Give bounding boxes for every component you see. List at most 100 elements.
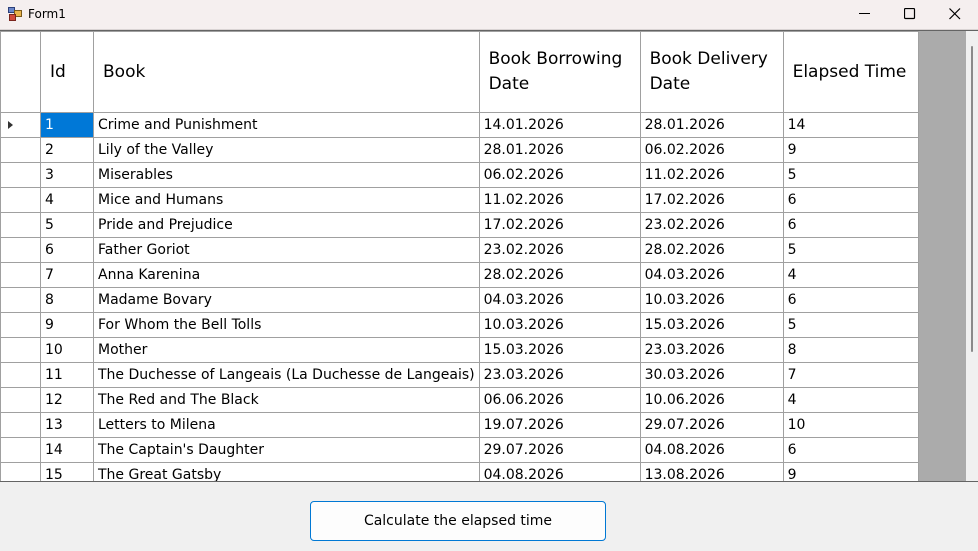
cell-delivery-date[interactable]: 28.02.2026	[639, 237, 784, 263]
cell-id[interactable]: 2	[40, 137, 94, 163]
table-row[interactable]: 6 Father Goriot 23.02.2026 28.02.2026 5	[0, 237, 919, 263]
minimize-button[interactable]	[842, 0, 888, 29]
cell-borrowing-date[interactable]: 28.01.2026	[478, 137, 641, 163]
cell-delivery-date[interactable]: 13.08.2026	[639, 462, 784, 481]
table-row[interactable]: 4 Mice and Humans 11.02.2026 17.02.2026 6	[0, 187, 919, 213]
table-row[interactable]: 13 Letters to Milena 19.07.2026 29.07.2026 1…	[0, 412, 919, 438]
data-grid[interactable]: Id Book Book Borrowing Date Book Deliver…	[0, 30, 978, 482]
cell-id[interactable]: 9	[40, 312, 94, 338]
cell-elapsed-time[interactable]: 5	[782, 237, 919, 263]
cell-id[interactable]: 10	[40, 337, 94, 363]
cell-id[interactable]: 7	[40, 262, 94, 288]
column-header-id[interactable]: Id	[40, 31, 94, 113]
cell-delivery-date[interactable]: 23.02.2026	[639, 212, 784, 238]
row-header[interactable]	[0, 137, 41, 163]
cell-book[interactable]: The Red and The Black	[93, 387, 480, 413]
table-row[interactable]: 12 The Red and The Black 06.06.2026 10.06.2…	[0, 387, 919, 413]
scrollbar-thumb[interactable]	[971, 46, 973, 352]
cell-book[interactable]: The Great Gatsby	[93, 462, 480, 481]
cell-borrowing-date[interactable]: 06.02.2026	[478, 162, 641, 188]
cell-elapsed-time[interactable]: 9	[782, 137, 919, 163]
table-row[interactable]: 11 The Duchesse of Langeais (La Duchesse …	[0, 362, 919, 388]
cell-borrowing-date[interactable]: 23.02.2026	[478, 237, 641, 263]
cell-book[interactable]: Madame Bovary	[93, 287, 480, 313]
row-header[interactable]	[0, 212, 41, 238]
cell-delivery-date[interactable]: 06.02.2026	[639, 137, 784, 163]
cell-delivery-date[interactable]: 10.03.2026	[639, 287, 784, 313]
cell-id[interactable]: 4	[40, 187, 94, 213]
cell-elapsed-time[interactable]: 4	[782, 262, 919, 288]
cell-borrowing-date[interactable]: 23.03.2026	[478, 362, 641, 388]
cell-elapsed-time[interactable]: 6	[782, 212, 919, 238]
row-header[interactable]	[0, 387, 41, 413]
cell-elapsed-time[interactable]: 5	[782, 162, 919, 188]
calculate-elapsed-time-button[interactable]: Calculate the elapsed time	[310, 501, 606, 541]
cell-delivery-date[interactable]: 04.08.2026	[639, 437, 784, 463]
cell-book[interactable]: Pride and Prejudice	[93, 212, 480, 238]
cell-borrowing-date[interactable]: 28.02.2026	[478, 262, 641, 288]
cell-delivery-date[interactable]: 04.03.2026	[639, 262, 784, 288]
close-button[interactable]	[932, 0, 978, 29]
cell-id[interactable]: 6	[40, 237, 94, 263]
table-row[interactable]: 5 Pride and Prejudice 17.02.2026 23.02.2026…	[0, 212, 919, 238]
column-header-delivery-date[interactable]: Book Delivery Date	[639, 31, 784, 113]
cell-elapsed-time[interactable]: 10	[782, 412, 919, 438]
cell-book[interactable]: Anna Karenina	[93, 262, 480, 288]
cell-borrowing-date[interactable]: 15.03.2026	[478, 337, 641, 363]
table-row[interactable]: 10 Mother 15.03.2026 23.03.2026 8	[0, 337, 919, 363]
cell-book[interactable]: Crime and Punishment	[93, 112, 480, 138]
table-row[interactable]: 9 For Whom the Bell Tolls 10.03.2026 15.03.…	[0, 312, 919, 338]
table-row[interactable]: 1 Crime and Punishment 14.01.2026 28.01.202…	[0, 112, 919, 138]
cell-delivery-date[interactable]: 10.06.2026	[639, 387, 784, 413]
row-header[interactable]	[0, 237, 41, 263]
cell-elapsed-time[interactable]: 4	[782, 387, 919, 413]
cell-elapsed-time[interactable]: 6	[782, 187, 919, 213]
cell-id[interactable]: 5	[40, 212, 94, 238]
table-row[interactable]: 8 Madame Bovary 04.03.2026 10.03.2026 6	[0, 287, 919, 313]
cell-borrowing-date[interactable]: 04.03.2026	[478, 287, 641, 313]
row-header[interactable]	[0, 337, 41, 363]
cell-borrowing-date[interactable]: 04.08.2026	[478, 462, 641, 481]
table-row[interactable]: 15 The Great Gatsby 04.08.2026 13.08.2026 9	[0, 462, 919, 481]
cell-book[interactable]: The Duchesse of Langeais (La Duchesse de…	[93, 362, 480, 388]
table-row[interactable]: 14 The Captain's Daughter 29.07.2026 04.08.…	[0, 437, 919, 463]
row-header[interactable]	[0, 162, 41, 188]
cell-book[interactable]: Father Goriot	[93, 237, 480, 263]
cell-delivery-date[interactable]: 15.03.2026	[639, 312, 784, 338]
cell-delivery-date[interactable]: 30.03.2026	[639, 362, 784, 388]
cell-borrowing-date[interactable]: 06.06.2026	[478, 387, 641, 413]
cell-id[interactable]: 12	[40, 387, 94, 413]
cell-delivery-date[interactable]: 11.02.2026	[639, 162, 784, 188]
row-header[interactable]	[0, 362, 41, 388]
cell-id[interactable]: 3	[40, 162, 94, 188]
cell-book[interactable]: Letters to Milena	[93, 412, 480, 438]
cell-book[interactable]: The Captain's Daughter	[93, 437, 480, 463]
cell-elapsed-time[interactable]: 8	[782, 337, 919, 363]
cell-borrowing-date[interactable]: 17.02.2026	[478, 212, 641, 238]
row-header[interactable]	[0, 262, 41, 288]
row-header[interactable]	[0, 287, 41, 313]
cell-id[interactable]: 13	[40, 412, 94, 438]
cell-book[interactable]: Miserables	[93, 162, 480, 188]
cell-delivery-date[interactable]: 17.02.2026	[639, 187, 784, 213]
column-header-borrowing-date[interactable]: Book Borrowing Date	[478, 31, 641, 113]
cell-id[interactable]: 8	[40, 287, 94, 313]
cell-book[interactable]: For Whom the Bell Tolls	[93, 312, 480, 338]
cell-book[interactable]: Mother	[93, 337, 480, 363]
vertical-scrollbar[interactable]	[966, 31, 978, 481]
cell-borrowing-date[interactable]: 11.02.2026	[478, 187, 641, 213]
cell-elapsed-time[interactable]: 6	[782, 437, 919, 463]
table-row[interactable]: 3 Miserables 06.02.2026 11.02.2026 5	[0, 162, 919, 188]
row-header[interactable]	[0, 187, 41, 213]
cell-elapsed-time[interactable]: 6	[782, 287, 919, 313]
maximize-button[interactable]	[887, 0, 933, 29]
row-header[interactable]	[0, 312, 41, 338]
cell-delivery-date[interactable]: 29.07.2026	[639, 412, 784, 438]
cell-borrowing-date[interactable]: 10.03.2026	[478, 312, 641, 338]
cell-id[interactable]: 11	[40, 362, 94, 388]
column-header-elapsed-time[interactable]: Elapsed Time	[782, 31, 919, 113]
table-row[interactable]: 2 Lily of the Valley 28.01.2026 06.02.2026 9	[0, 137, 919, 163]
cell-delivery-date[interactable]: 28.01.2026	[639, 112, 784, 138]
cell-borrowing-date[interactable]: 29.07.2026	[478, 437, 641, 463]
row-header[interactable]	[0, 437, 41, 463]
